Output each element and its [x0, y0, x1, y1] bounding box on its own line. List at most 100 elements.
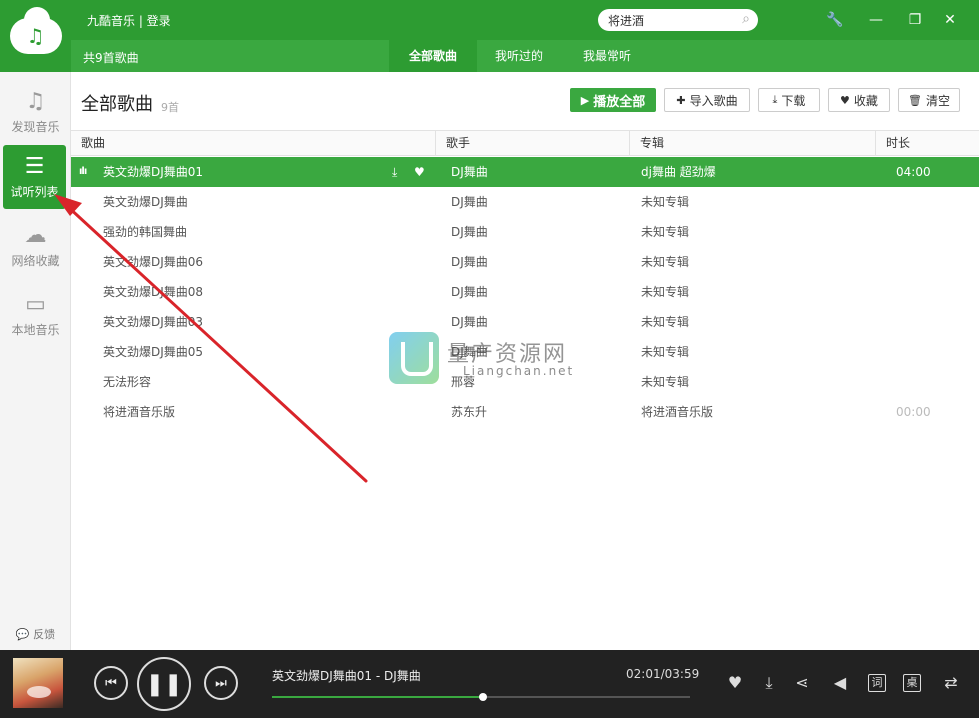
song-title: 英文劲爆DJ舞曲05 [103, 345, 204, 359]
chat-icon: 💬 [15, 628, 30, 641]
table-row[interactable]: 强劲的韩国舞曲 DJ舞曲 未知专辑 [71, 217, 979, 247]
pause-button[interactable]: ❚❚ [137, 657, 191, 711]
tab-most-played[interactable]: 我最常听 [565, 40, 649, 72]
download-icon[interactable]: ⤓ [758, 672, 780, 694]
column-header-duration[interactable]: 时长 [875, 131, 979, 155]
main-panel: 全部歌曲 9首 ▶ 播放全部 ✚ 导入歌曲 ⤓ 下载 ♥ 收藏 🗑 清空 歌曲 … [71, 72, 979, 650]
music-note-icon: ♫ [25, 88, 46, 114]
sidebar-item-playlist[interactable]: ☰ 试听列表 [3, 145, 66, 209]
monitor-icon: ▭ [25, 291, 46, 317]
table-row[interactable]: ılı 英文劲爆DJ舞曲01 ⤓ ♥ DJ舞曲 dj舞曲 超劲爆 04:00 [71, 157, 979, 187]
table-row[interactable]: 英文劲爆DJ舞曲 DJ舞曲 未知专辑 [71, 187, 979, 217]
table-row[interactable]: 英文劲爆DJ舞曲06 DJ舞曲 未知专辑 [71, 247, 979, 277]
minimize-button[interactable]: — [866, 10, 886, 30]
volume-icon[interactable]: ◀ [829, 672, 851, 694]
song-title: 无法形容 [103, 375, 152, 389]
song-title: 英文劲爆DJ舞曲01 [103, 165, 204, 179]
now-playing-bars-icon: ılı [79, 166, 87, 177]
clear-label: 清空 [925, 93, 950, 108]
search-input[interactable] [598, 9, 722, 31]
heart-icon: ♥ [840, 93, 850, 107]
sidebar-item-favorites[interactable]: ☁ 网络收藏 [0, 214, 71, 278]
song-title: 英文劲爆DJ舞曲 [103, 195, 188, 209]
sidebar: ♫ ♫ 发现音乐 ☰ 试听列表 ☁ 网络收藏 ▭ 本地音乐 💬 反馈 [0, 0, 71, 650]
song-album: 未知专辑 [641, 285, 690, 299]
sidebar-item-local[interactable]: ▭ 本地音乐 [0, 283, 71, 347]
play-all-button[interactable]: ▶ 播放全部 [570, 88, 656, 112]
trash-icon: 🗑 [908, 93, 922, 107]
search-icon[interactable]: ⌕ [742, 11, 750, 27]
tab-all-songs[interactable]: 全部歌曲 [389, 40, 477, 72]
song-album: 未知专辑 [641, 195, 690, 209]
progress-fill [272, 696, 484, 698]
sidebar-item-label: 发现音乐 [11, 119, 60, 134]
feedback-label: 反馈 [33, 628, 56, 641]
tools-icon[interactable]: 🔧 [825, 10, 845, 30]
plus-icon: ✚ [676, 93, 686, 107]
song-artist: 苏东升 [451, 405, 488, 419]
playback-time: 02:01/03:59 [626, 667, 700, 681]
song-artist: DJ舞曲 [451, 195, 488, 209]
share-icon[interactable]: ⋖ [791, 672, 813, 694]
album-cover[interactable] [13, 658, 63, 708]
heart-icon[interactable]: ♥ [724, 672, 746, 694]
table-row[interactable]: 英文劲爆DJ舞曲08 DJ舞曲 未知专辑 [71, 277, 979, 307]
lyrics-button[interactable]: 词 [868, 674, 886, 692]
close-button[interactable]: ✕ [940, 10, 960, 30]
sidebar-item-label: 试听列表 [10, 184, 59, 199]
sub-bar: 共9首歌曲 全部歌曲 我听过的 我最常听 [71, 40, 979, 72]
song-artist: DJ舞曲 [451, 165, 488, 179]
table-row[interactable]: 将进酒音乐版 苏东升 将进酒音乐版 00:00 [71, 397, 979, 427]
column-header-song[interactable]: 歌曲 [71, 131, 435, 155]
heart-icon[interactable]: ♥ [414, 157, 425, 187]
favorite-button[interactable]: ♥ 收藏 [828, 88, 890, 112]
song-artist: DJ舞曲 [451, 255, 488, 269]
watermark-url: Liangchan.net [463, 364, 575, 378]
download-button[interactable]: ⤓ 下载 [758, 88, 820, 112]
favorite-label: 收藏 [853, 93, 878, 108]
song-artist: DJ舞曲 [451, 225, 488, 239]
song-title: 英文劲爆DJ舞曲06 [103, 255, 204, 269]
column-header-album[interactable]: 专辑 [629, 131, 875, 155]
title-bar: 九酷音乐 | 登录 ⌕ 🔧 — ❐ ✕ [71, 0, 979, 40]
page-title: 全部歌曲 [81, 94, 153, 115]
song-album: dj舞曲 超劲爆 [641, 165, 716, 179]
song-duration: 04:00 [896, 165, 931, 179]
song-artist: DJ舞曲 [451, 285, 488, 299]
progress-handle[interactable] [479, 693, 488, 701]
download-icon[interactable]: ⤓ [392, 157, 397, 187]
feedback-link[interactable]: 💬 反馈 [0, 626, 71, 642]
progress-bar[interactable] [272, 693, 690, 701]
clear-button[interactable]: 🗑 清空 [898, 88, 960, 112]
song-duration: 00:00 [896, 405, 931, 419]
cloud-music-logo-icon: ♫ [9, 7, 62, 54]
song-album: 未知专辑 [641, 375, 690, 389]
song-album: 未知专辑 [641, 345, 690, 359]
repeat-icon[interactable]: ⇄ [940, 672, 962, 694]
play-icon: ▶ [580, 93, 590, 107]
download-icon: ⤓ [772, 93, 778, 106]
song-album: 未知专辑 [641, 225, 690, 239]
now-playing-title: 英文劲爆DJ舞曲01 - DJ舞曲 [272, 669, 421, 683]
pause-icon: ❚❚ [145, 671, 183, 697]
watermark-logo-icon [389, 332, 439, 384]
next-button[interactable]: ⏭ [204, 666, 238, 700]
previous-button[interactable]: ⏮ [94, 666, 128, 700]
import-songs-button[interactable]: ✚ 导入歌曲 [664, 88, 750, 112]
column-header-artist[interactable]: 歌手 [435, 131, 629, 155]
app-title[interactable]: 九酷音乐 | 登录 [87, 12, 171, 29]
song-title: 将进酒音乐版 [103, 405, 176, 419]
play-all-label: 播放全部 [593, 94, 646, 110]
page-subtitle: 9首 [161, 101, 179, 114]
restore-button[interactable]: ❐ [905, 10, 925, 30]
sidebar-item-label: 网络收藏 [11, 253, 60, 268]
watermark: 量产资源网 Liangchan.net [389, 332, 599, 386]
sidebar-item-discover[interactable]: ♫ 发现音乐 [0, 80, 71, 144]
app-logo: ♫ [0, 0, 71, 72]
song-count: 共9首歌曲 [83, 51, 139, 65]
song-title: 英文劲爆DJ舞曲03 [103, 315, 204, 329]
next-icon: ⏭ [215, 675, 227, 691]
desktop-lyrics-button[interactable]: 桌 [903, 674, 921, 692]
song-album: 未知专辑 [641, 315, 690, 329]
tab-listened[interactable]: 我听过的 [477, 40, 561, 72]
